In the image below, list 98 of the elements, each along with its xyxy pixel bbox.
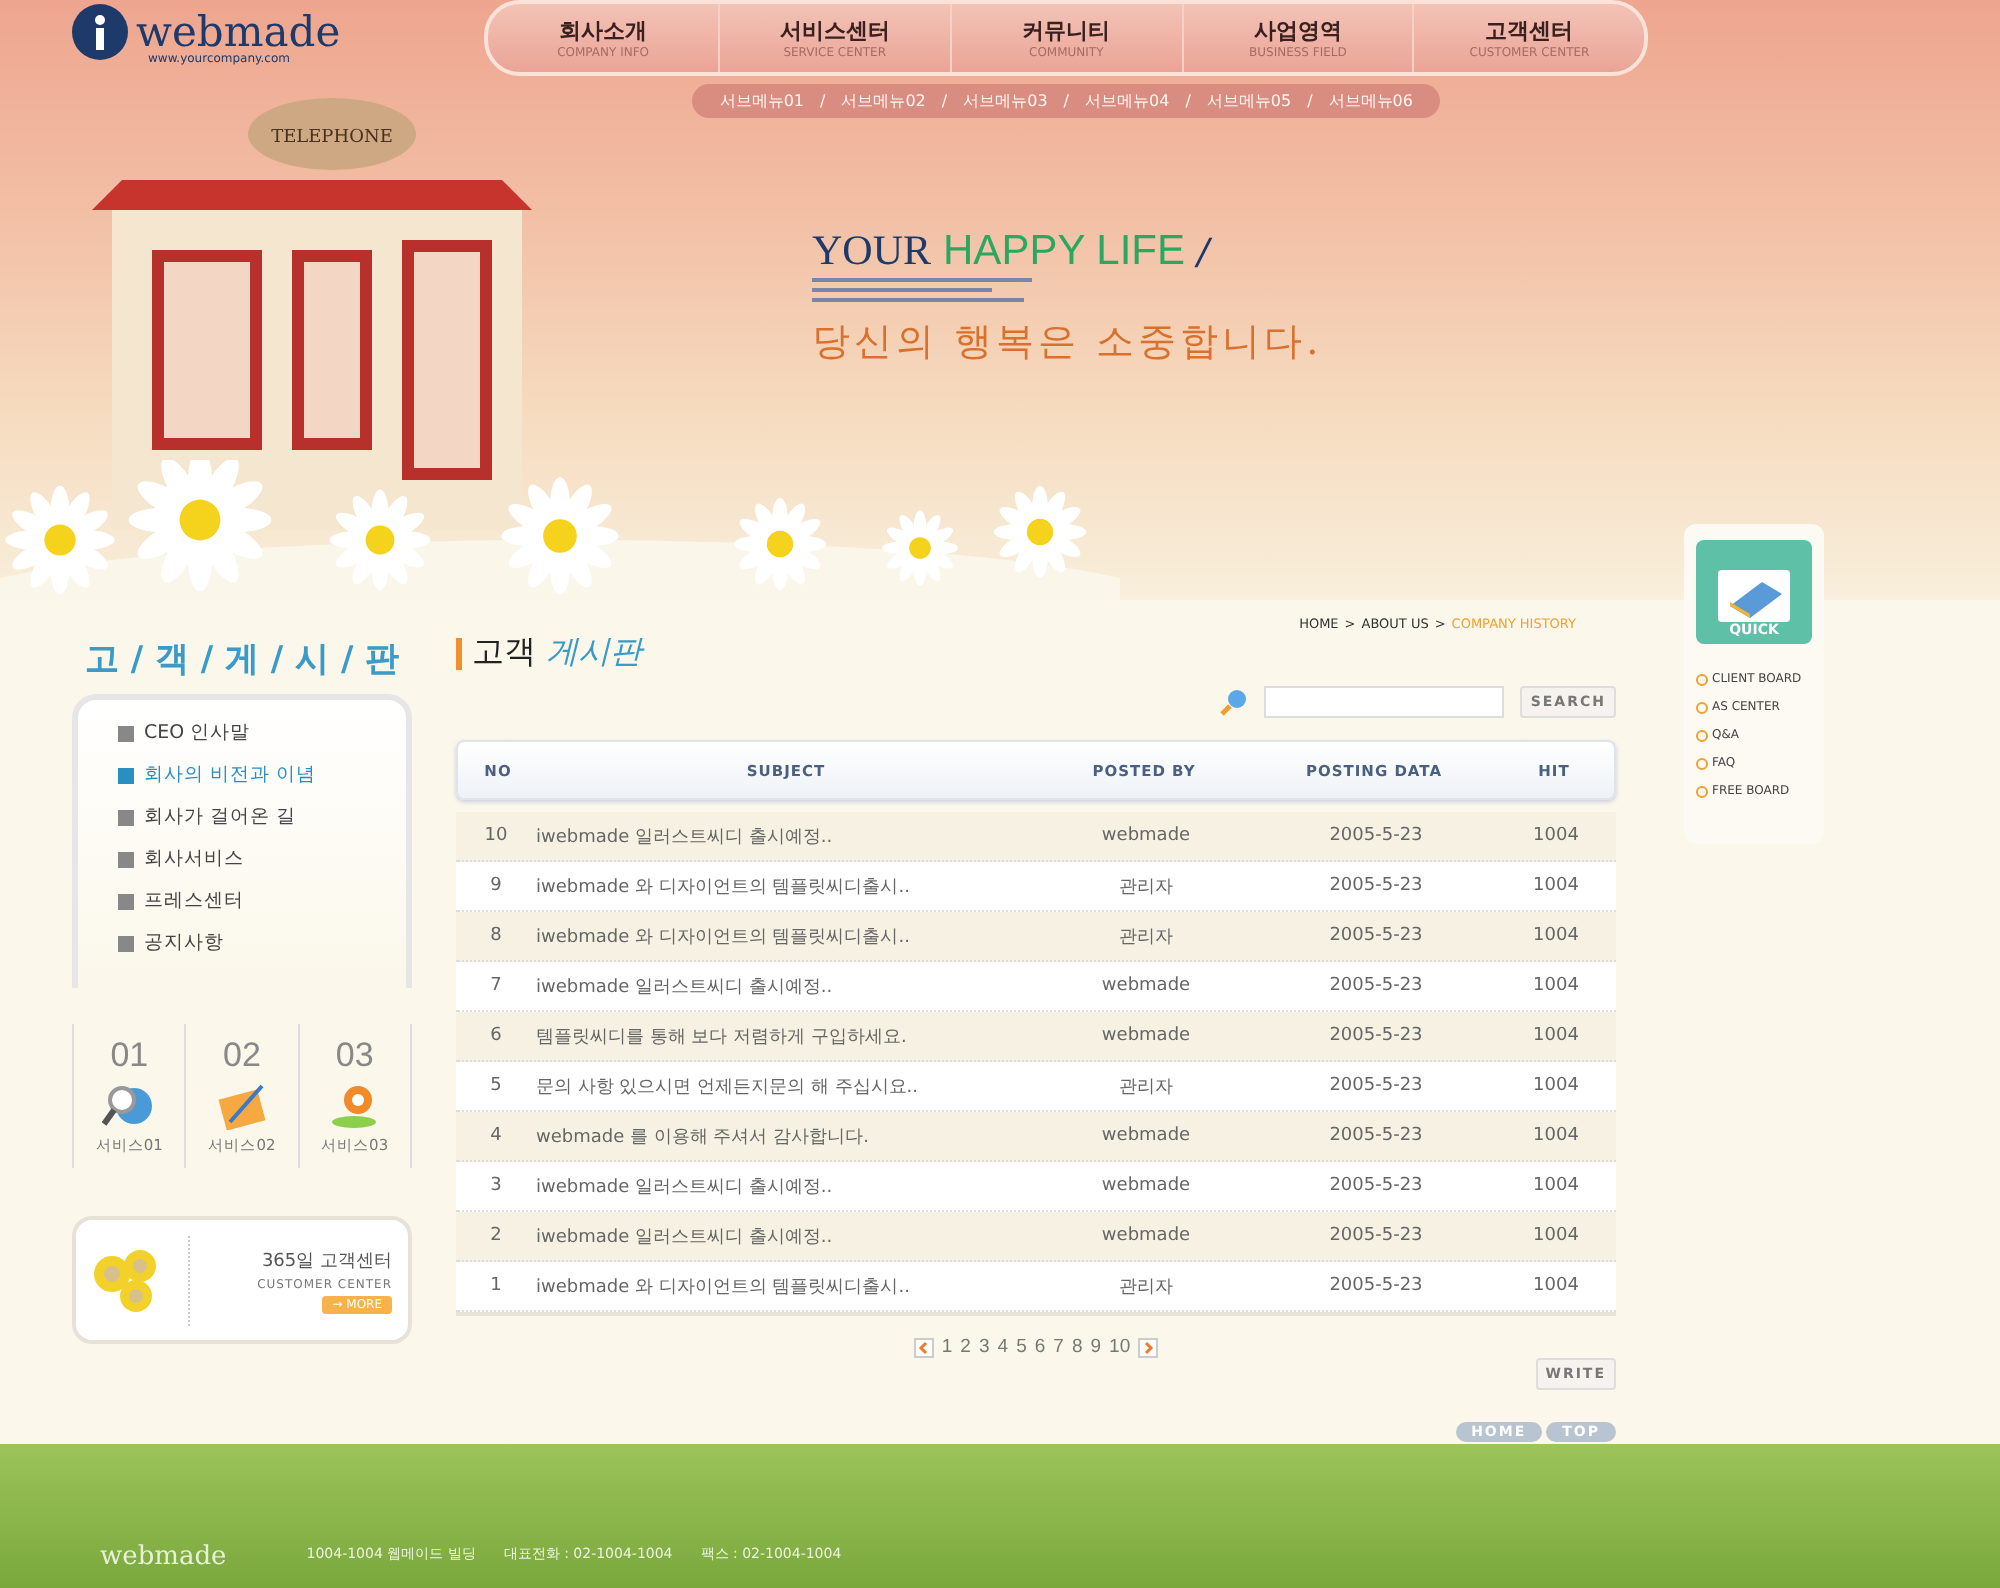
- table-cell-text: 1004: [1531, 926, 1581, 946]
- submenu-separator: /: [1307, 92, 1313, 110]
- table-cell-text: 9: [488, 876, 504, 896]
- table-cell-text: 2005-5-23: [1327, 926, 1425, 946]
- table-cell-text: webmade: [1099, 976, 1193, 996]
- submenu-separator: /: [820, 92, 826, 110]
- sidebar-menu-item[interactable]: CEO 인사말: [118, 720, 406, 746]
- page-title: 게시판: [546, 632, 642, 674]
- table-cell-text: iwebmade 와 디자이언트의 템플릿씨디출시..: [536, 1275, 912, 1299]
- notepad-pencil-icon: [213, 1082, 270, 1130]
- table-row[interactable]: 7 iwebmade 일러스트씨디 출시예정.. webmade 2005-5-23 1004: [456, 962, 1616, 1012]
- table-cell-text: iwebmade 일러스트씨디 출시예정..: [536, 825, 835, 849]
- table-cell-text: 6: [488, 1026, 504, 1046]
- search-icon: [1220, 688, 1249, 716]
- page-number[interactable]: 3: [978, 1336, 990, 1358]
- table-cell-text: 2005-5-23: [1327, 1126, 1425, 1146]
- table-cell-text: 1004: [1531, 1276, 1581, 1296]
- table-cell-text: 관리자: [1117, 1075, 1175, 1099]
- table-cell-text: 2005-5-23: [1327, 1226, 1425, 1246]
- table-row[interactable]: 5 문의 사항 있으시면 언제든지문의 해 주십시요.. 관리자 2005-5-23 1004: [456, 1062, 1616, 1112]
- page-number[interactable]: 8: [1071, 1336, 1083, 1358]
- table-cell-text: 1004: [1531, 1226, 1581, 1246]
- page-number[interactable]: 9: [1090, 1336, 1102, 1358]
- table-cell-text: 2005-5-23: [1327, 1026, 1425, 1046]
- table-cell-text: webmade: [1099, 1226, 1193, 1246]
- table-cell-text: 5: [488, 1076, 504, 1096]
- sidebar-title: 고 / 객 / 게 / 시 / 판: [84, 638, 400, 682]
- table-cell-text: 2005-5-23: [1327, 1176, 1425, 1196]
- table-row[interactable]: 6 템플릿씨디를 통해 보다 저렴하게 구입하세요. webmade 2005-5-23 1004: [456, 1012, 1616, 1062]
- table-row[interactable]: 2 iwebmade 일러스트씨디 출시예정.. webmade 2005-5-23 1004: [456, 1212, 1616, 1262]
- page-number[interactable]: 5: [1016, 1336, 1027, 1358]
- page-title: 고객: [472, 632, 536, 674]
- table-cell-text: 1: [488, 1276, 504, 1296]
- sidebar-menu-item[interactable]: 프레스센터: [118, 888, 406, 914]
- submenu-separator: /: [1185, 92, 1191, 110]
- table-cell-text: 1004: [1531, 876, 1581, 896]
- table-cell-text: 관리자: [1117, 875, 1175, 899]
- table-cell-text: 문의 사항 있으시면 언제든지문의 해 주십시요..: [536, 1075, 921, 1099]
- sidebar-menu-item[interactable]: 회사의 비전과 이념: [118, 762, 406, 788]
- table-cell-text: 8: [488, 926, 504, 946]
- headline-text: HAPPY LIFE: [943, 228, 1186, 276]
- submenu-separator: /: [941, 92, 948, 110]
- table-cell-text: 3: [488, 1176, 504, 1196]
- table-cell-text: iwebmade 와 디자이언트의 템플릿씨디출시..: [536, 925, 912, 949]
- logo-icon: [72, 4, 128, 60]
- page-number[interactable]: 4: [997, 1336, 1009, 1358]
- table-cell-text: iwebmade 일러스트씨디 출시예정..: [536, 1175, 835, 1199]
- table-cell-text: 7: [488, 976, 504, 996]
- table-cell-text: webmade: [1099, 1126, 1193, 1146]
- page-number[interactable]: 10: [1109, 1336, 1131, 1358]
- table-cell-text: 2005-5-23: [1327, 1076, 1425, 1096]
- table-cell-text: 관리자: [1117, 1275, 1175, 1299]
- table-cell-text: 2005-5-23: [1327, 976, 1425, 996]
- magnifier-globe-icon: [101, 1082, 158, 1130]
- table-row[interactable]: 1 iwebmade 와 디자이언트의 템플릿씨디출시.. 관리자 2005-5-23 1004: [456, 1262, 1616, 1312]
- table-cell-text: 1004: [1531, 1026, 1581, 1046]
- page-number[interactable]: 1: [941, 1336, 953, 1358]
- table-row[interactable]: 10 iwebmade 일러스트씨디 출시예정.. webmade 2005-5-23 1004: [456, 812, 1616, 862]
- table-row[interactable]: 8 iwebmade 와 디자이언트의 템플릿씨디출시.. 관리자 2005-5-23 1004: [456, 912, 1616, 962]
- table-cell-text: webmade: [1099, 1176, 1193, 1196]
- page-number[interactable]: 6: [1034, 1336, 1046, 1358]
- table-cell-text: 1004: [1531, 1176, 1581, 1196]
- table-cell-text: 10: [482, 826, 510, 846]
- sidebar-menu-item[interactable]: 회사서비스: [118, 846, 406, 872]
- sidebar-menu-item[interactable]: 공지사항: [118, 930, 406, 956]
- table-cell-text: 1004: [1531, 976, 1581, 996]
- table-cell-text: webmade: [1099, 826, 1193, 846]
- table-cell-text: 2005-5-23: [1327, 1276, 1425, 1296]
- table-cell-text: 1004: [1531, 1126, 1581, 1146]
- headline-text: YOUR: [812, 226, 932, 276]
- slogan-text: 당신의 행복은 소중합니다.: [812, 318, 1323, 368]
- page-number[interactable]: 2: [960, 1336, 971, 1358]
- table-cell-text: iwebmade 와 디자이언트의 템플릿씨디출시..: [536, 875, 912, 899]
- search-field[interactable]: [1264, 686, 1505, 718]
- table-cell-text: webmade 를 이용해 주셔서 감사합니다.: [536, 1125, 871, 1149]
- table-cell-text: 템플릿씨디를 통해 보다 저렴하게 구입하세요.: [536, 1025, 909, 1049]
- table-row[interactable]: 3 iwebmade 일러스트씨디 출시예정.. webmade 2005-5-23 1004: [456, 1162, 1616, 1212]
- table-cell-text: 관리자: [1117, 925, 1175, 949]
- table-cell-text: 2005-5-23: [1327, 826, 1425, 846]
- customer-center-title: 365일 고객센터: [261, 1249, 392, 1273]
- table-cell-text: 1004: [1531, 1076, 1581, 1096]
- table-cell-text: 4: [488, 1126, 504, 1146]
- table-cell-text: iwebmade 일러스트씨디 출시예정..: [536, 1225, 835, 1249]
- table-cell-text: 2: [488, 1226, 504, 1246]
- table-cell-text: 2005-5-23: [1327, 876, 1425, 896]
- table-cell-text: webmade: [1099, 1026, 1193, 1046]
- sidebar-menu-item[interactable]: 회사가 걸어온 길: [118, 804, 406, 830]
- page-number[interactable]: 7: [1053, 1336, 1064, 1358]
- table-cell-text: 1004: [1531, 826, 1581, 846]
- footer-logo: webmade: [100, 1542, 227, 1572]
- table-cell-text: iwebmade 일러스트씨디 출시예정..: [536, 975, 835, 999]
- submenu-separator: /: [1063, 92, 1069, 110]
- logo-text[interactable]: webmade: [136, 8, 341, 56]
- book-icon: [1718, 570, 1790, 622]
- table-row[interactable]: 4 webmade 를 이용해 주셔서 감사합니다. webmade 2005-5-23 1004: [456, 1112, 1616, 1162]
- sunflower-icon: [92, 1246, 160, 1314]
- table-row[interactable]: 9 iwebmade 와 디자이언트의 템플릿씨디출시.. 관리자 2005-5-23 1004: [456, 862, 1616, 912]
- headline-mark: /: [1197, 232, 1210, 274]
